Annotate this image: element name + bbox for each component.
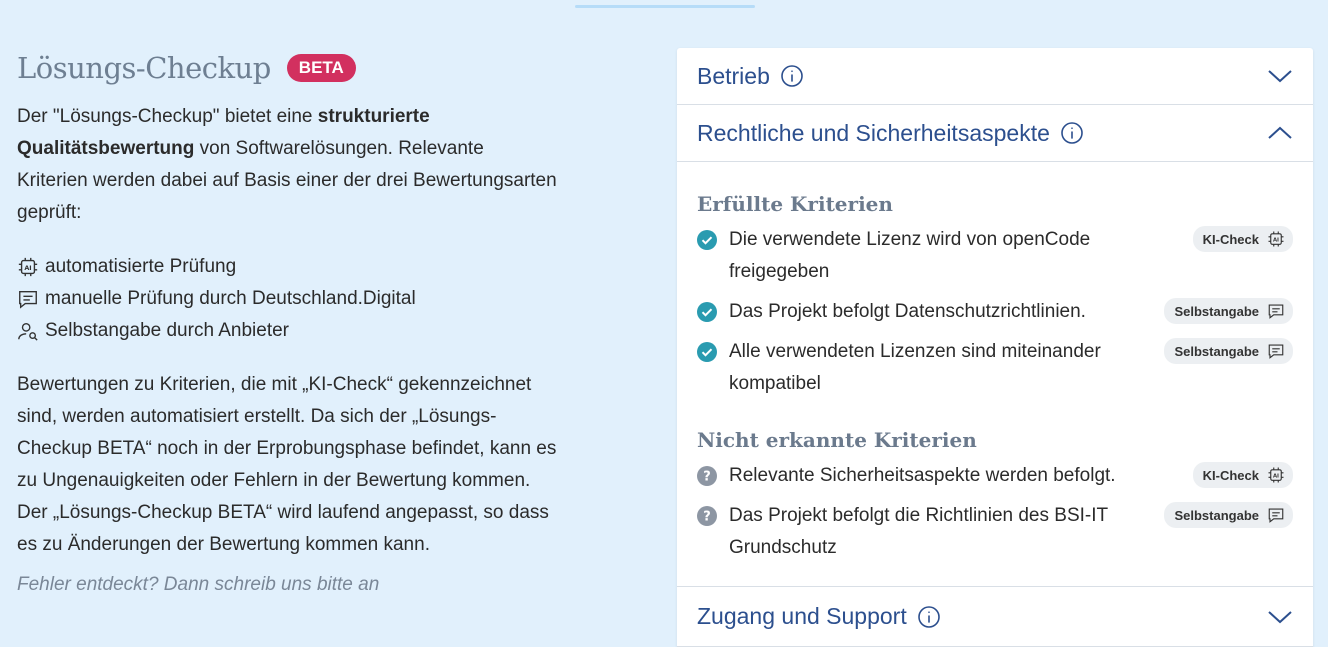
check-circle-icon bbox=[697, 302, 717, 322]
comment-icon bbox=[1268, 508, 1284, 523]
intro-column: Lösungs-Checkup BETA Der "Lösungs-Checku… bbox=[17, 48, 557, 601]
criterion-row: ? Das Projekt befolgt die Richtlinien de… bbox=[697, 500, 1293, 564]
comment-icon bbox=[1268, 344, 1284, 359]
chevron-up-icon[interactable] bbox=[1267, 125, 1293, 141]
unknown-criteria-heading: Nicht erkannte Kriterien bbox=[697, 428, 977, 452]
criterion-row: Die verwendete Lizenz wird von openCode … bbox=[697, 224, 1293, 288]
beta-badge: BETA bbox=[286, 54, 356, 82]
check-circle-icon bbox=[697, 230, 717, 250]
comment-icon bbox=[17, 288, 39, 310]
method-item-automated: AI automatisierte Prüfung bbox=[17, 251, 557, 283]
question-circle-icon: ? bbox=[697, 466, 717, 486]
criterion-row: Alle verwendeten Lizenzen sind miteinand… bbox=[697, 336, 1293, 400]
accordion-body-rechtliche: Erfüllte Kriterien Die verwendete Lizenz… bbox=[677, 162, 1313, 587]
info-icon[interactable] bbox=[1060, 121, 1084, 145]
check-circle-icon bbox=[697, 342, 717, 362]
chevron-down-icon[interactable] bbox=[1267, 68, 1293, 84]
svg-text:AI: AI bbox=[1273, 474, 1279, 480]
svg-text:?: ? bbox=[703, 470, 711, 485]
chevron-down-icon[interactable] bbox=[1267, 609, 1293, 625]
info-icon[interactable] bbox=[917, 605, 941, 629]
selbstangabe-badge: Selbstangabe bbox=[1164, 298, 1293, 324]
selbstangabe-badge: Selbstangabe bbox=[1164, 502, 1293, 528]
ai-chip-icon: AI bbox=[1268, 467, 1284, 483]
criterion-text: Das Projekt befolgt die Richtlinien des … bbox=[729, 505, 1108, 558]
method-list: AI automatisierte Prüfung manuelle Prüfu… bbox=[17, 251, 557, 347]
method-item-self: Selbstangabe durch Anbieter bbox=[17, 315, 557, 347]
disclaimer-text: Bewertungen zu Kriterien, die mit „KI-Ch… bbox=[17, 374, 557, 555]
info-icon[interactable] bbox=[780, 64, 804, 88]
top-scroll-indicator bbox=[575, 5, 755, 8]
method-item-manual: manuelle Prüfung durch Deutschland.Digit… bbox=[17, 283, 557, 315]
svg-text:AI: AI bbox=[1273, 238, 1279, 244]
criterion-text: Das Projekt befolgt Datenschutzrichtlini… bbox=[729, 301, 1086, 322]
user-search-icon bbox=[17, 320, 39, 342]
svg-text:?: ? bbox=[703, 510, 711, 525]
accordion-title: Betrieb bbox=[697, 62, 770, 89]
accordion-header-zugang[interactable]: Zugang und Support bbox=[677, 587, 1313, 647]
method-label: automatisierte Prüfung bbox=[45, 256, 237, 277]
checkup-panel: Betrieb Rechtliche und Sicherheitsaspekt… bbox=[677, 48, 1313, 647]
criterion-row: Das Projekt befolgt Datenschutzrichtlini… bbox=[697, 296, 1293, 328]
fulfilled-criteria-heading: Erfüllte Kriterien bbox=[697, 192, 893, 216]
title-row: Lösungs-Checkup BETA bbox=[17, 48, 557, 88]
criterion-row: ? Relevante Sicherheitsaspekte werden be… bbox=[697, 460, 1293, 492]
accordion-title: Rechtliche und Sicherheitsaspekte bbox=[697, 119, 1050, 146]
page-title: Lösungs-Checkup bbox=[17, 51, 271, 85]
badge-label: KI-Check bbox=[1202, 231, 1259, 247]
svg-text:AI: AI bbox=[24, 264, 31, 272]
method-label: manuelle Prüfung durch Deutschland.Digit… bbox=[45, 288, 416, 309]
accordion-title: Zugang und Support bbox=[697, 603, 907, 629]
error-report-text: Fehler entdeckt? Dann schreib uns bitte … bbox=[17, 574, 380, 595]
accordion-header-rechtliche[interactable]: Rechtliche und Sicherheitsaspekte bbox=[677, 105, 1313, 162]
ai-chip-icon: AI bbox=[17, 256, 39, 278]
selbstangabe-badge: Selbstangabe bbox=[1164, 338, 1293, 364]
badge-label: Selbstangabe bbox=[1174, 343, 1259, 359]
accordion-header-betrieb[interactable]: Betrieb bbox=[677, 48, 1313, 105]
comment-icon bbox=[1268, 304, 1284, 319]
badge-label: KI-Check bbox=[1202, 467, 1259, 483]
intro-part-1: Der "Lösungs-Checkup" bietet eine bbox=[17, 106, 318, 127]
criterion-text: Die verwendete Lizenz wird von openCode … bbox=[729, 229, 1091, 282]
question-circle-icon: ? bbox=[697, 506, 717, 526]
intro-text: Der "Lösungs-Checkup" bietet eine strukt… bbox=[17, 101, 557, 229]
ai-chip-icon: AI bbox=[1268, 231, 1284, 247]
criterion-text: Alle verwendeten Lizenzen sind miteinand… bbox=[729, 341, 1101, 394]
ki-check-badge: KI-Check AI bbox=[1192, 226, 1293, 252]
criterion-text: Relevante Sicherheitsaspekte werden befo… bbox=[729, 465, 1116, 486]
badge-label: Selbstangabe bbox=[1174, 303, 1259, 319]
ki-check-badge: KI-Check AI bbox=[1192, 462, 1293, 488]
method-label: Selbstangabe durch Anbieter bbox=[45, 320, 290, 341]
badge-label: Selbstangabe bbox=[1174, 507, 1259, 523]
